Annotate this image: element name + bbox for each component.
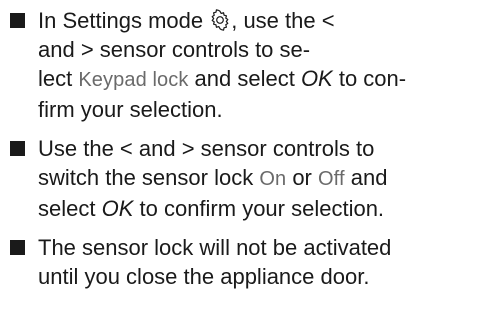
ok-label: OK bbox=[300, 66, 333, 91]
square-bullet bbox=[10, 13, 25, 28]
step-2-text: switch the sensor lock bbox=[38, 165, 260, 190]
step-1-text: to con- bbox=[332, 66, 407, 91]
step-1-line-1: In Settings mode , use the < bbox=[38, 6, 480, 35]
instruction-step-2: Use the < and > sensor controls to switc… bbox=[10, 134, 480, 223]
step-1-line-3: lect Keypad lock and select OK to con- bbox=[38, 64, 480, 95]
ok-label: OK bbox=[101, 196, 134, 221]
square-bullet bbox=[10, 240, 25, 255]
display-text-keypad-lock: Keypad lock bbox=[78, 69, 189, 91]
step-1-text: , use the < bbox=[231, 8, 335, 33]
step-1-text: and select bbox=[188, 66, 301, 91]
step-3-line-1: The sensor lock will not be activated bbox=[38, 235, 392, 260]
step-2-line-3: select OK to confirm your selection. bbox=[38, 194, 480, 223]
step-1-text: lect bbox=[38, 66, 79, 91]
gear-icon bbox=[209, 9, 231, 31]
step-2-text: or bbox=[286, 165, 318, 190]
display-text-off: Off bbox=[318, 168, 345, 190]
step-2-line-1: Use the < and > sensor controls to bbox=[38, 136, 375, 161]
display-text-on: On bbox=[259, 168, 287, 190]
step-2-text: and bbox=[344, 165, 388, 190]
instruction-list: In Settings mode , use the < and > senso… bbox=[10, 6, 480, 291]
step-1-line-4: firm your selection. bbox=[38, 97, 223, 122]
step-2-line-2: switch the sensor lock On or Off and bbox=[38, 163, 480, 194]
step-1-text: In Settings mode bbox=[38, 8, 210, 33]
step-2-text: select bbox=[38, 196, 102, 221]
square-bullet bbox=[10, 141, 25, 156]
step-3-line-2: until you close the appliance door. bbox=[38, 264, 370, 289]
instruction-step-3: The sensor lock will not be activated un… bbox=[10, 233, 480, 291]
step-2-text: to confirm your selection. bbox=[133, 196, 385, 221]
instruction-step-1: In Settings mode , use the < and > senso… bbox=[10, 6, 480, 124]
step-1-line-2: and > sensor controls to se- bbox=[38, 37, 311, 62]
